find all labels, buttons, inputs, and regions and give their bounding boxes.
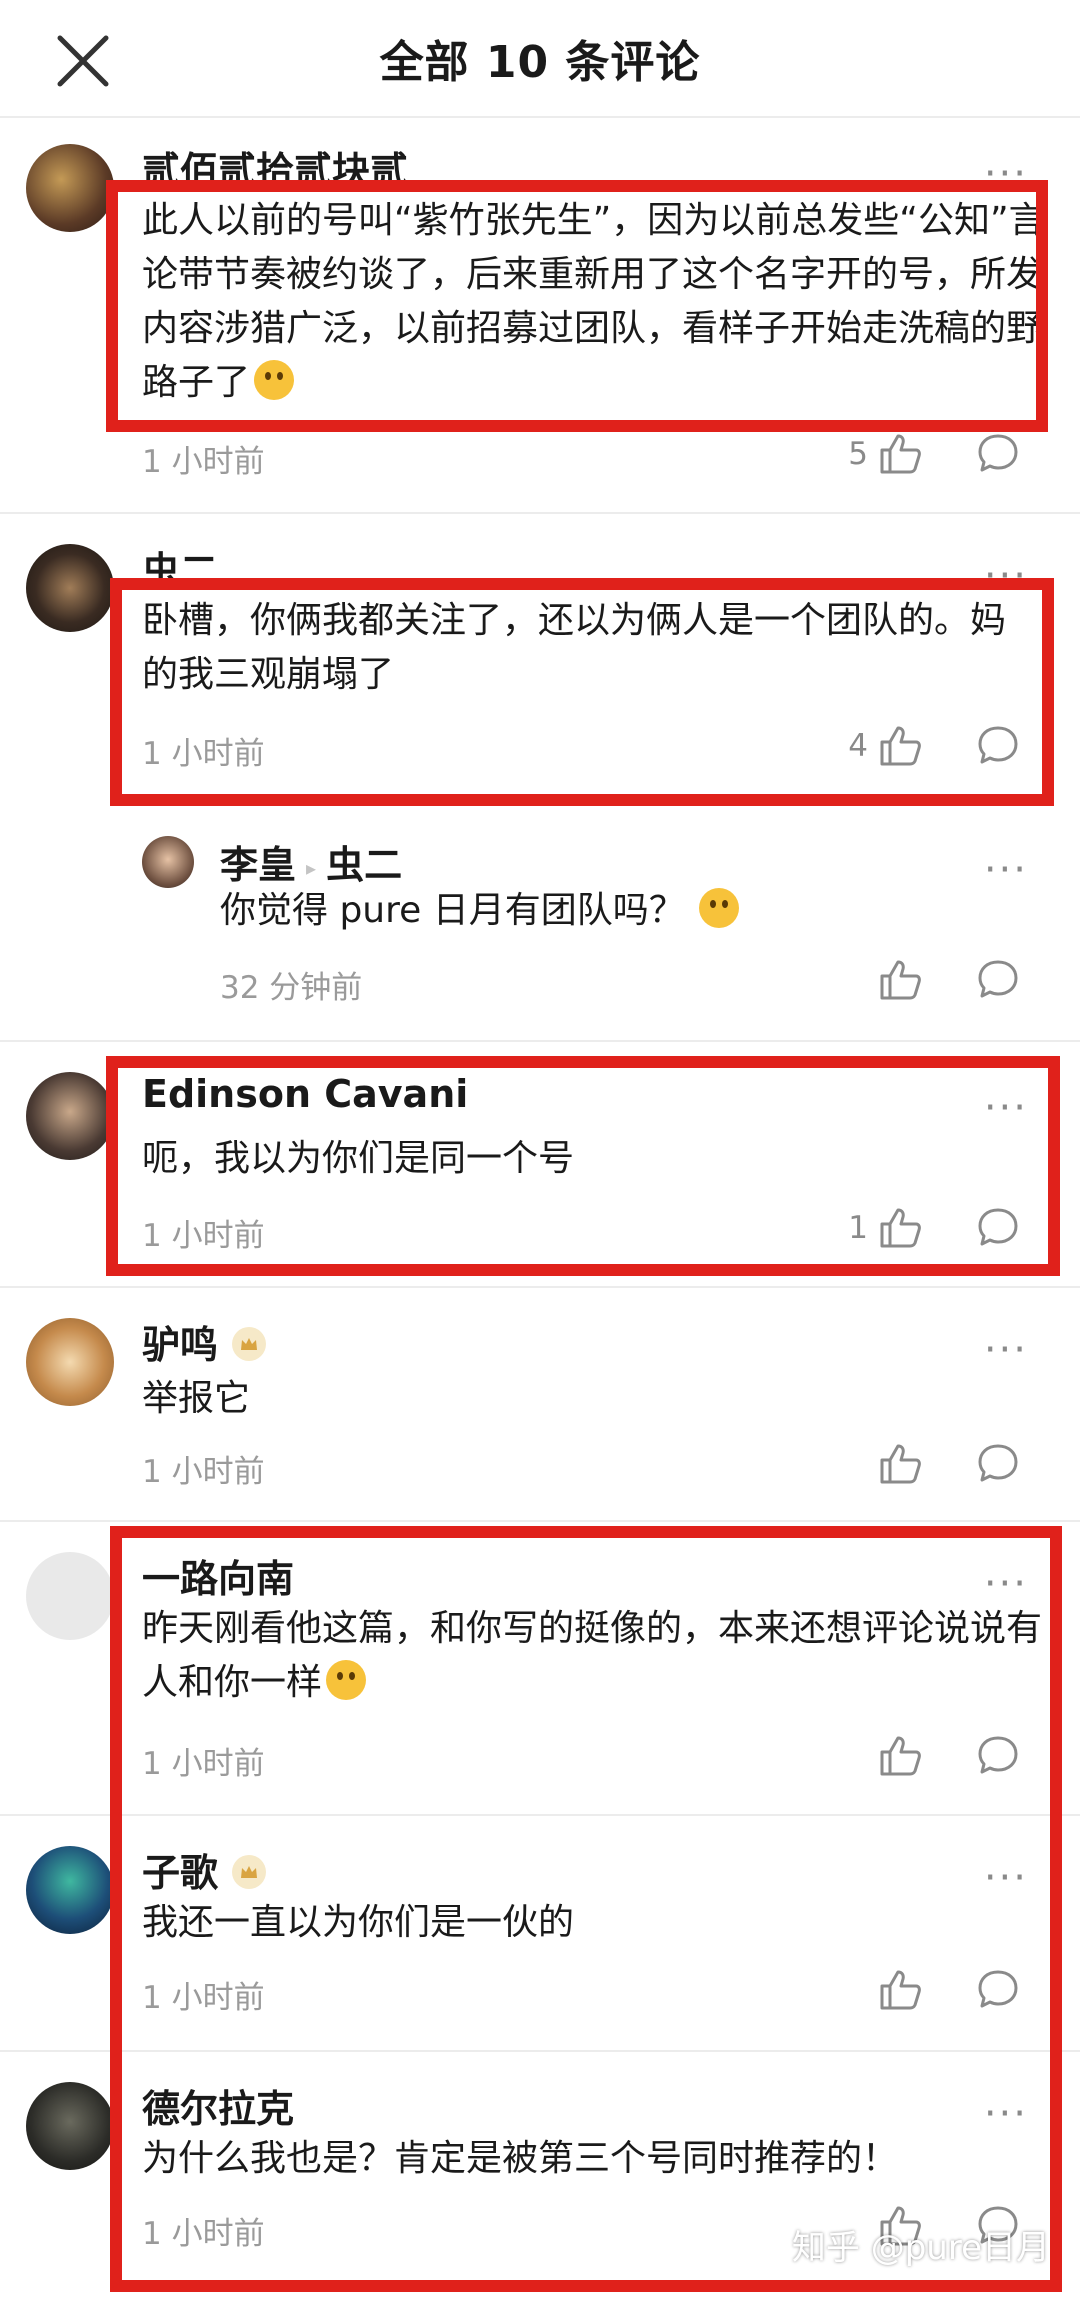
- reply-icon[interactable]: [974, 722, 1022, 770]
- like-icon[interactable]: [876, 430, 924, 478]
- avatar[interactable]: [26, 144, 114, 232]
- comment-author[interactable]: 虫二: [142, 540, 218, 595]
- comment-time: 1 小时前: [142, 736, 265, 772]
- thinking-emoji: [254, 360, 295, 400]
- avatar[interactable]: [26, 544, 114, 632]
- reply-icon[interactable]: [974, 1732, 1022, 1780]
- comment-text: 卧槽，你俩我都关注了，还以为俩人是一个团队的。妈的我三观崩塌了: [142, 600, 1007, 695]
- page-title: 全部 10 条评论: [379, 37, 701, 88]
- more-icon[interactable]: ···: [984, 850, 1028, 890]
- comment-text: 你觉得 pure 日月有团队吗？: [220, 884, 1020, 938]
- like-count: 1: [848, 1210, 868, 1246]
- reply-item: 李皇 ▸ 虫二 ··· 你觉得 pure 日月有团队吗？ 32 分钟前: [0, 804, 1080, 1040]
- reply-icon[interactable]: [974, 1966, 1022, 2014]
- crown-badge-icon: [232, 1326, 267, 1361]
- watermark: 知乎 @pure日月: [791, 2228, 1050, 2268]
- more-icon[interactable]: ···: [984, 1858, 1028, 1898]
- more-icon[interactable]: ···: [984, 1564, 1028, 1604]
- more-icon[interactable]: ···: [984, 1088, 1028, 1128]
- comment-item: Edinson Cavani ··· 呃，我以为你们是同一个号 1 小时前 1: [0, 1042, 1080, 1286]
- comment-time: 1 小时前: [142, 2216, 265, 2252]
- comment-text: 昨天刚看他这篇，和你写的挺像的，本来还想评论说说有人和你一样: [142, 1608, 1043, 1703]
- comment-text: 此人以前的号叫“紫竹张先生”，因为以前总发些“公知”言论带节奏被约谈了，后来重新…: [142, 200, 1045, 403]
- reply-icon[interactable]: [974, 1440, 1022, 1488]
- reply-icon[interactable]: [974, 956, 1022, 1004]
- comment-item: 驴鸣 ··· 举报它 1 小时前: [0, 1288, 1080, 1520]
- avatar[interactable]: [26, 1072, 114, 1160]
- comment-author[interactable]: 驴鸣: [142, 1314, 267, 1369]
- comment-author[interactable]: 德尔拉克: [142, 2078, 294, 2133]
- comment-author[interactable]: 子歌: [142, 1842, 267, 1897]
- comment-time: 1 小时前: [142, 1454, 265, 1490]
- like-icon[interactable]: [876, 1440, 924, 1488]
- more-icon[interactable]: ···: [984, 2094, 1028, 2134]
- avatar[interactable]: [142, 836, 194, 888]
- comment-text: 我还一直以为你们是一伙的: [142, 1902, 575, 1943]
- comment-time: 1 小时前: [142, 1218, 265, 1254]
- comment-time: 1 小时前: [142, 444, 265, 480]
- more-icon[interactable]: ···: [984, 154, 1028, 194]
- avatar[interactable]: [26, 2082, 114, 2170]
- like-icon[interactable]: [876, 956, 924, 1004]
- comment-time: 32 分钟前: [220, 970, 363, 1006]
- comment-item: 虫二 ··· 卧槽，你俩我都关注了，还以为俩人是一个团队的。妈的我三观崩塌了 1…: [0, 514, 1080, 804]
- reply-icon[interactable]: [974, 430, 1022, 478]
- more-icon[interactable]: ···: [984, 1330, 1028, 1370]
- avatar[interactable]: [26, 1552, 114, 1640]
- reply-icon[interactable]: [974, 1204, 1022, 1252]
- crown-badge-icon: [232, 1854, 267, 1889]
- comment-author[interactable]: 李皇 ▸ 虫二: [220, 834, 402, 889]
- reply-arrow-icon: ▸: [306, 855, 317, 880]
- comment-time: 1 小时前: [142, 1980, 265, 2016]
- comments-header: 全部 10 条评论: [0, 0, 1080, 118]
- comment-item: 子歌 ··· 我还一直以为你们是一伙的 1 小时前: [0, 1816, 1080, 2050]
- thinking-emoji: [326, 1660, 367, 1700]
- avatar[interactable]: [26, 1318, 114, 1406]
- comment-author[interactable]: Edinson Cavani: [142, 1072, 468, 1116]
- comment-text: 为什么我也是？肯定是被第三个号同时推荐的！: [142, 2138, 899, 2179]
- comment-author[interactable]: 一路向南: [142, 1548, 294, 1603]
- laughing-emoji: [698, 888, 739, 928]
- more-icon[interactable]: ···: [984, 556, 1028, 596]
- comment-time: 1 小时前: [142, 1746, 265, 1782]
- comment-item: 一路向南 ··· 昨天刚看他这篇，和你写的挺像的，本来还想评论说说有人和你一样 …: [0, 1522, 1080, 1814]
- like-count: 4: [848, 728, 868, 764]
- comment-text: 呃，我以为你们是同一个号: [142, 1138, 575, 1179]
- comment-item: 贰佰贰拾贰块贰 ··· 此人以前的号叫“紫竹张先生”，因为以前总发些“公知”言论…: [0, 116, 1080, 512]
- like-icon[interactable]: [876, 1732, 924, 1780]
- like-icon[interactable]: [876, 722, 924, 770]
- like-icon[interactable]: [876, 1966, 924, 2014]
- like-icon[interactable]: [876, 1204, 924, 1252]
- like-count: 5: [848, 436, 868, 472]
- comment-author[interactable]: 贰佰贰拾贰块贰: [142, 140, 408, 195]
- comment-text: 举报它: [142, 1378, 251, 1419]
- avatar[interactable]: [26, 1846, 114, 1934]
